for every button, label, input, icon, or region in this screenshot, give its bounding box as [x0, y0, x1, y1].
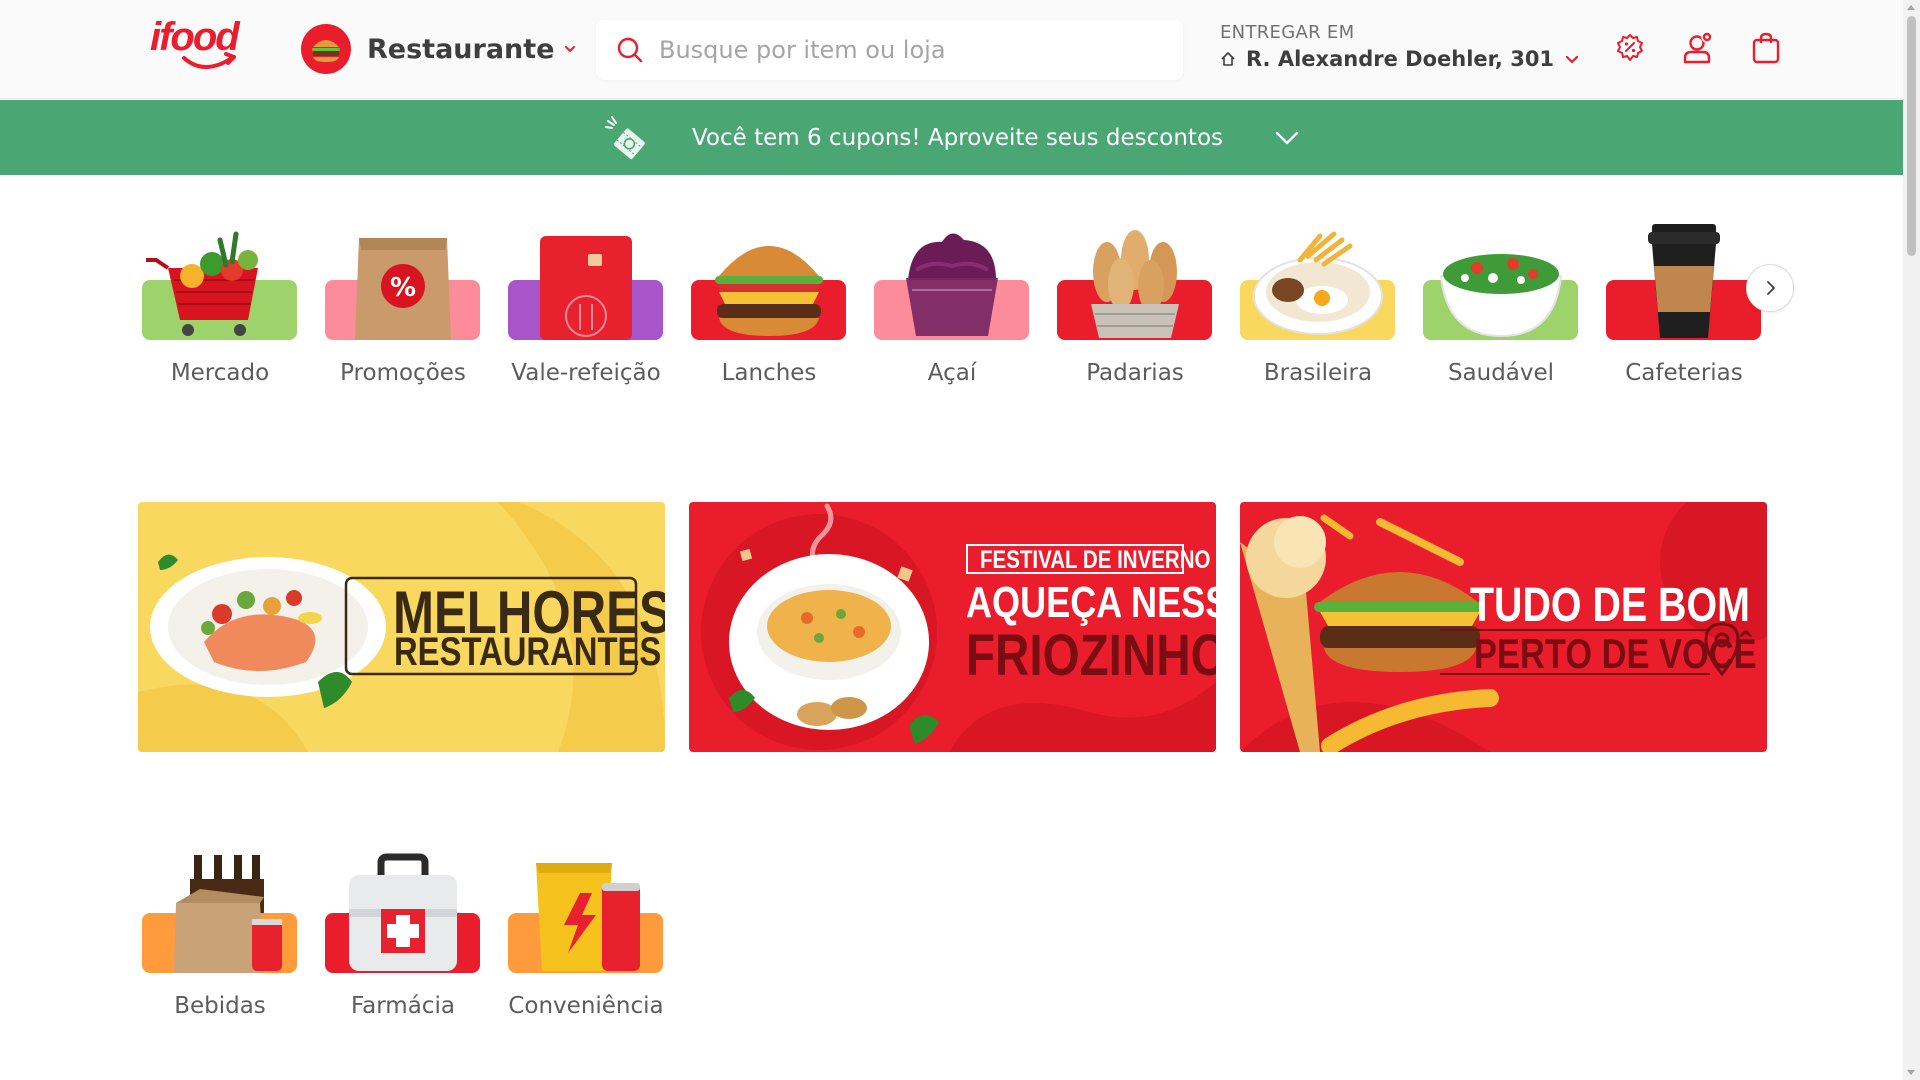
banner-title: TUDO DE BOM — [1470, 579, 1750, 632]
category-conveniencia[interactable]: Conveniência — [506, 853, 666, 1019]
category-padarias[interactable]: Padarias — [1055, 220, 1215, 386]
grocery-cart-icon — [146, 231, 258, 336]
banner-title: AQUEÇA NESSE — [966, 578, 1216, 627]
first-aid-kit-icon — [349, 853, 457, 971]
coupons-button[interactable] — [1610, 28, 1650, 68]
banner-tudo-de-bom[interactable]: TUDO DE BOM PERTO DE VOCÊ — [1240, 502, 1767, 752]
chevron-down-icon[interactable] — [1273, 124, 1301, 152]
chevron-right-icon — [1767, 281, 1776, 295]
category-selector[interactable]: Restaurante — [301, 24, 577, 74]
page-scrollbar[interactable] — [1903, 0, 1920, 1080]
discount-bag-icon: % — [355, 238, 451, 340]
coupon-ticket-icon — [604, 115, 645, 159]
scroll-up-icon[interactable] — [1907, 5, 1915, 10]
banner-subtitle: FRIOZINHO — [966, 623, 1216, 688]
profile-button[interactable] — [1678, 28, 1718, 68]
banner-tag: FESTIVAL DE INVERNO — [980, 546, 1211, 574]
category-label: Padarias — [1086, 360, 1184, 386]
category-vale-refeicao[interactable]: Vale-refeição — [506, 220, 666, 386]
top-header: ifood Restaurante E — [0, 0, 1903, 99]
burger-avatar-icon — [301, 24, 351, 74]
coffee-cup-icon — [1648, 224, 1720, 338]
chevron-down-icon — [1565, 55, 1579, 64]
delivery-address[interactable]: ENTREGAR EM R. Alexandre Doehler, 301 — [1220, 22, 1580, 71]
logo-text: ifood — [150, 15, 241, 59]
category-label: Açaí — [927, 360, 977, 386]
rice-egg-plate-icon — [1253, 231, 1383, 335]
cart-button[interactable] — [1746, 28, 1786, 68]
ifood-home-page: ifood Restaurante E — [0, 0, 1920, 1080]
beer-pack-icon — [174, 855, 282, 973]
user-icon — [1683, 31, 1713, 64]
banner-subtitle: PERTO DE VOCÊ — [1474, 630, 1757, 677]
search-icon — [617, 37, 643, 63]
category-label: Lanches — [721, 360, 817, 386]
category-label: Vale-refeição — [511, 360, 661, 386]
category-selector-label: Restaurante — [367, 33, 555, 65]
delivery-label: ENTREGAR EM — [1220, 22, 1355, 43]
chevron-down-icon — [564, 46, 575, 53]
acai-cup-icon — [906, 233, 998, 336]
category-label: Promoções — [340, 360, 466, 386]
bread-basket-icon — [1091, 230, 1179, 338]
category-label: Bebidas — [174, 993, 266, 1019]
delivery-address-text: R. Alexandre Doehler, 301 — [1246, 47, 1555, 71]
category-farmacia[interactable]: Farmácia — [323, 853, 483, 1019]
category-bebidas[interactable]: Bebidas — [140, 853, 300, 1019]
category-label: Cafeterias — [1625, 360, 1743, 386]
shopping-bag-icon — [1752, 32, 1780, 64]
coupon-bar-text: Você tem 6 cupons! Aproveite seus descon… — [691, 124, 1224, 151]
category-label: Conveniência — [508, 993, 664, 1019]
category-acai[interactable]: Açaí — [872, 220, 1032, 386]
burger-icon — [715, 246, 823, 336]
category-lanches[interactable]: Lanches — [689, 220, 849, 386]
banner-festival-inverno[interactable]: FESTIVAL DE INVERNO AQUEÇA NESSE FRIOZIN… — [689, 502, 1216, 752]
home-icon — [1221, 52, 1235, 66]
delivery-address-row[interactable]: R. Alexandre Doehler, 301 — [1220, 47, 1580, 71]
category-brasileira[interactable]: Brasileira — [1238, 220, 1398, 386]
scrollbar-thumb[interactable] — [1907, 16, 1916, 256]
category-mercado[interactable]: Mercado — [140, 220, 300, 386]
banner-subtitle: RESTAURANTES — [394, 630, 662, 674]
banner-melhores-restaurantes[interactable]: MELHORES RESTAURANTES — [138, 502, 665, 752]
search-box[interactable] — [596, 20, 1183, 80]
meal-card-icon — [540, 236, 632, 340]
category-label: Mercado — [170, 360, 270, 386]
category-label: Brasileira — [1263, 360, 1373, 386]
category-cafeterias[interactable]: Cafeterias — [1604, 220, 1764, 386]
carousel-next-button[interactable] — [1746, 264, 1794, 312]
category-saudavel[interactable]: Saudável — [1421, 220, 1581, 386]
category-label: Farmácia — [351, 993, 455, 1019]
search-input[interactable] — [659, 36, 1159, 64]
category-label: Saudável — [1447, 360, 1555, 386]
coupon-bar[interactable]: Você tem 6 cupons! Aproveite seus descon… — [0, 100, 1903, 175]
snack-soda-icon — [536, 863, 640, 971]
scroll-down-icon[interactable] — [1907, 1070, 1915, 1075]
category-promocoes[interactable]: % Promoções — [323, 220, 483, 386]
ifood-logo[interactable]: ifood — [148, 14, 260, 78]
coupon-badge-icon — [1617, 34, 1643, 61]
svg-text:%: % — [390, 273, 416, 303]
salad-bowl-icon — [1439, 254, 1563, 338]
